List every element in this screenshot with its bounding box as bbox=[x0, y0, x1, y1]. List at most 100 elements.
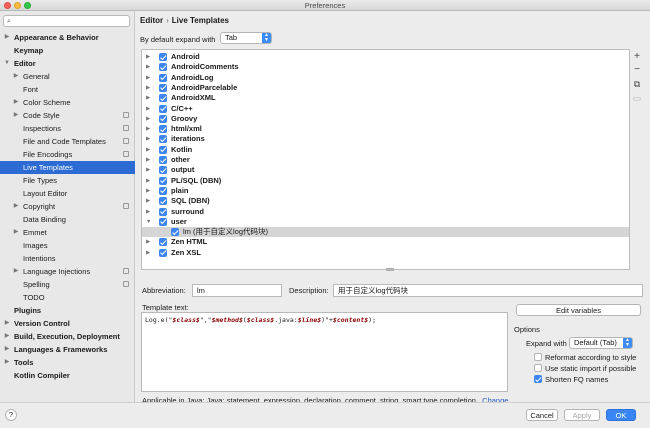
chevron-right-icon[interactable]: ▶ bbox=[12, 70, 20, 83]
chevron-right-icon[interactable]: ▶ bbox=[146, 207, 150, 217]
template-checkbox[interactable] bbox=[159, 238, 167, 247]
sidebar-item-inspections[interactable]: Inspections bbox=[0, 122, 135, 135]
chevron-right-icon[interactable]: ▶ bbox=[3, 356, 11, 369]
remove-icon[interactable]: − bbox=[632, 64, 642, 76]
template-checkbox[interactable] bbox=[159, 63, 167, 72]
template-group[interactable]: ▶ Zen XSL bbox=[142, 248, 629, 258]
template-group[interactable]: ▶ other bbox=[142, 155, 629, 165]
sidebar-item-languages-frameworks[interactable]: ▶ Languages & Frameworks bbox=[0, 343, 135, 356]
template-checkbox[interactable] bbox=[159, 197, 167, 206]
chevron-right-icon[interactable]: ▶ bbox=[12, 109, 20, 122]
chevron-right-icon[interactable]: ▶ bbox=[146, 165, 150, 175]
sidebar-item-language-injections[interactable]: ▶ Language Injections bbox=[0, 265, 135, 278]
chevron-right-icon[interactable]: ▶ bbox=[12, 96, 20, 109]
reformat-checkbox[interactable] bbox=[534, 353, 542, 361]
template-item[interactable]: lm (用于自定义log代码块) bbox=[142, 227, 629, 238]
chevron-right-icon[interactable]: ▶ bbox=[146, 104, 150, 114]
chevron-right-icon[interactable]: ▶ bbox=[146, 196, 150, 206]
sidebar-item-file-and-code-templates[interactable]: File and Code Templates bbox=[0, 135, 135, 148]
chevron-right-icon[interactable]: ▶ bbox=[12, 226, 20, 239]
template-checkbox[interactable] bbox=[159, 94, 167, 103]
settings-search-input[interactable]: ⌕ bbox=[3, 15, 130, 27]
template-group[interactable]: ▶ C/C++ bbox=[142, 104, 629, 114]
sidebar-item-intentions[interactable]: Intentions bbox=[0, 252, 135, 265]
template-group[interactable]: ▶ AndroidXML bbox=[142, 93, 629, 103]
sidebar-item-live-templates[interactable]: Live Templates bbox=[0, 161, 135, 174]
chevron-right-icon[interactable]: ▶ bbox=[146, 237, 150, 247]
template-checkbox[interactable] bbox=[159, 104, 167, 113]
template-group[interactable]: ▶ PL/SQL (DBN) bbox=[142, 176, 629, 186]
template-group[interactable]: ▶ output bbox=[142, 165, 629, 175]
chevron-right-icon[interactable]: ▶ bbox=[146, 114, 150, 124]
chevron-right-icon[interactable]: ▶ bbox=[146, 248, 150, 258]
copy-icon[interactable]: ⧉ bbox=[632, 78, 642, 90]
sidebar-item-emmet[interactable]: ▶ Emmet bbox=[0, 226, 135, 239]
template-group[interactable]: ▶ Groovy bbox=[142, 114, 629, 124]
sidebar-item-kotlin-compiler[interactable]: Kotlin Compiler bbox=[0, 369, 135, 382]
template-group[interactable]: ▼ user bbox=[142, 217, 629, 227]
chevron-right-icon[interactable]: ▶ bbox=[3, 317, 11, 330]
template-group[interactable]: ▶ AndroidComments bbox=[142, 62, 629, 72]
template-group[interactable]: ▶ AndroidLog bbox=[142, 73, 629, 83]
chevron-right-icon[interactable]: ▶ bbox=[3, 343, 11, 356]
sidebar-item-version-control[interactable]: ▶ Version Control bbox=[0, 317, 135, 330]
sidebar-item-layout-editor[interactable]: Layout Editor bbox=[0, 187, 135, 200]
template-checkbox[interactable] bbox=[171, 228, 179, 237]
template-checkbox[interactable] bbox=[159, 145, 167, 154]
sidebar-item-keymap[interactable]: Keymap bbox=[0, 44, 135, 57]
template-group[interactable]: ▶ plain bbox=[142, 186, 629, 196]
sidebar-item-build-execution-deployment[interactable]: ▶ Build, Execution, Deployment bbox=[0, 330, 135, 343]
chevron-right-icon[interactable]: ▶ bbox=[146, 93, 150, 103]
sidebar-item-images[interactable]: Images bbox=[0, 239, 135, 252]
options-expand-select[interactable]: Default (Tab) ▲ ▼ bbox=[569, 337, 633, 349]
template-checkbox[interactable] bbox=[159, 125, 167, 134]
template-checkbox[interactable] bbox=[159, 217, 167, 226]
chevron-right-icon[interactable]: ▶ bbox=[146, 73, 150, 83]
chevron-right-icon[interactable]: ▶ bbox=[146, 134, 150, 144]
sidebar-item-font[interactable]: Font bbox=[0, 83, 135, 96]
template-group[interactable]: ▶ iterations bbox=[142, 134, 629, 144]
static-import-checkbox[interactable] bbox=[534, 364, 542, 372]
template-checkbox[interactable] bbox=[159, 166, 167, 175]
restore-icon[interactable]: ▭ bbox=[632, 92, 642, 104]
apply-button[interactable]: Apply bbox=[564, 409, 600, 421]
expand-with-select[interactable]: Tab ▲ ▼ bbox=[220, 32, 272, 44]
sidebar-item-code-style[interactable]: ▶ Code Style bbox=[0, 109, 135, 122]
template-text-editor[interactable]: Log.e("$class$","$method$($class$.java:$… bbox=[141, 312, 508, 392]
edit-variables-button[interactable]: Edit variables bbox=[516, 304, 641, 316]
sidebar-item-editor[interactable]: ▼ Editor bbox=[0, 57, 135, 70]
abbreviation-field[interactable]: lm bbox=[192, 284, 282, 297]
template-checkbox[interactable] bbox=[159, 207, 167, 216]
template-group[interactable]: ▶ Kotlin bbox=[142, 145, 629, 155]
ok-button[interactable]: OK bbox=[606, 409, 636, 421]
template-group[interactable]: ▶ SQL (DBN) bbox=[142, 196, 629, 206]
chevron-right-icon[interactable]: ▶ bbox=[146, 155, 150, 165]
template-checkbox[interactable] bbox=[159, 73, 167, 82]
template-checkbox[interactable] bbox=[159, 135, 167, 144]
shorten-fq-checkbox[interactable] bbox=[534, 375, 542, 383]
splitter-handle[interactable] bbox=[386, 268, 394, 271]
help-button[interactable]: ? bbox=[5, 409, 17, 421]
sidebar-item-color-scheme[interactable]: ▶ Color Scheme bbox=[0, 96, 135, 109]
chevron-right-icon[interactable]: ▶ bbox=[3, 330, 11, 343]
template-checkbox[interactable] bbox=[159, 176, 167, 185]
chevron-down-icon[interactable]: ▼ bbox=[146, 217, 151, 227]
template-checkbox[interactable] bbox=[159, 156, 167, 164]
chevron-down-icon[interactable]: ▼ bbox=[3, 57, 11, 70]
template-group[interactable]: ▶ Android bbox=[142, 52, 629, 62]
chevron-right-icon[interactable]: ▶ bbox=[146, 83, 150, 93]
template-group[interactable]: ▶ html/xml bbox=[142, 124, 629, 134]
chevron-right-icon[interactable]: ▶ bbox=[146, 176, 150, 186]
add-icon[interactable]: + bbox=[632, 51, 642, 63]
sidebar-item-plugins[interactable]: Plugins bbox=[0, 304, 135, 317]
sidebar-item-general[interactable]: ▶ General bbox=[0, 70, 135, 83]
template-group[interactable]: ▶ AndroidParcelable bbox=[142, 83, 629, 93]
sidebar-item-file-encodings[interactable]: File Encodings bbox=[0, 148, 135, 161]
cancel-button[interactable]: Cancel bbox=[526, 409, 558, 421]
description-field[interactable]: 用于自定义log代码块 bbox=[333, 284, 643, 297]
template-group[interactable]: ▶ surround bbox=[142, 207, 629, 217]
template-group[interactable]: ▶ Zen HTML bbox=[142, 237, 629, 247]
chevron-right-icon[interactable]: ▶ bbox=[146, 186, 150, 196]
sidebar-item-data-binding[interactable]: Data Binding bbox=[0, 213, 135, 226]
sidebar-item-file-types[interactable]: File Types bbox=[0, 174, 135, 187]
